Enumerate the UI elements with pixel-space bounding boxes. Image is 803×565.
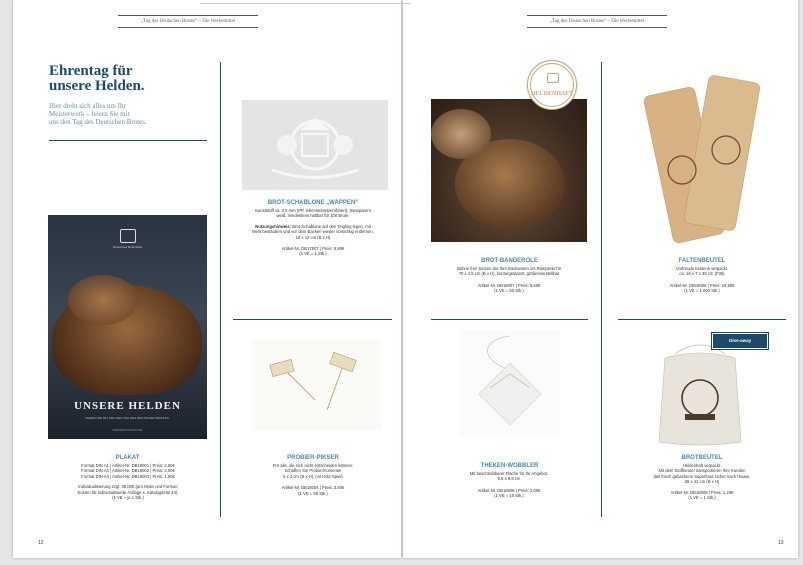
poster-tagline: FEIERN SIE MIT UNS DEN TAG DES DEUTSCHEN…	[85, 416, 170, 420]
banderole-image	[431, 99, 587, 242]
badge-ring	[530, 63, 574, 107]
faltenbeutel-title: FALTENBEUTEL	[678, 258, 726, 264]
coat-of-arms-icon	[271, 118, 359, 179]
row-divider-3	[618, 319, 786, 320]
row-divider-2	[431, 319, 588, 320]
headline-line-2: unsere Helden.	[49, 78, 145, 94]
sub-line-2: Meisterwerk – feiern Sie mit	[49, 110, 130, 118]
faltenbeutel-image	[640, 70, 764, 250]
wobbler-icon	[478, 335, 542, 426]
brotbeutel-title: BROTBEUTEL	[681, 455, 723, 461]
poster-title: UNSERE HELDEN	[74, 400, 181, 412]
schablone-line: Brot-Schablone auf den Teigling legen, m…	[292, 223, 371, 229]
poster-fineprint: WWW.BROTINSTITUT.DE	[112, 429, 143, 432]
bread-roll-image	[68, 275, 138, 325]
faltenbeutel-description: Vorfreude bestens verpackt. ca. 16 x 7 x…	[612, 266, 792, 294]
banderole-title: BROT-BANDEROLE	[481, 258, 538, 264]
page-number-right: 13	[778, 540, 784, 546]
headline-line-1: Ehrentag für	[49, 63, 133, 79]
intro-subtext: Hier dreht sich alles um Ihr Meisterwerk…	[49, 102, 209, 126]
crest-icon	[120, 229, 136, 243]
plakat-title: PLAKAT	[115, 455, 140, 461]
crest-icon	[547, 73, 559, 83]
poster-image: Deutsches Brotinstitut UNSERE HELDEN FEI…	[48, 215, 207, 439]
piekser-description: Für alle, die sich nicht entscheiden kön…	[226, 463, 400, 496]
row-divider-1	[233, 319, 392, 320]
paper-bags-icon	[643, 75, 760, 243]
running-header-left: „Tag des Deutschen Brotes“ – Die Werbemi…	[118, 15, 258, 28]
sub-line-1: Hier dreht sich alles um Ihr	[49, 102, 126, 110]
top-edge-bar	[200, 0, 410, 4]
plakat-line: (1 VE = je 1 Stk.)	[112, 495, 144, 501]
schablone-description: Kunststoff ca. 0,5 mm (PP, lebensmittelz…	[226, 208, 400, 257]
wobbler-image	[460, 330, 560, 435]
intro-headline: Ehrentag für unsere Helden.	[49, 64, 214, 94]
brotbeutel-line: (1 VE = 1 Stk.)	[688, 495, 716, 501]
wobbler-line: (1 VE = 10 Stk.)	[494, 493, 524, 499]
wobbler-title: THEKEN-WOBBLER	[480, 463, 539, 469]
stencil-image	[242, 100, 388, 190]
giveaway-badge: Give-away	[711, 332, 769, 350]
bread-image	[431, 109, 491, 159]
schablone-title: BROT-SCHABLONE „WAPPEN“	[267, 200, 359, 206]
piekser-line: (1 VE = 50 Stk.)	[298, 490, 328, 496]
faltenbeutel-line: (1 VE = 1.000 Stk.)	[684, 288, 720, 294]
column-divider-right	[601, 62, 602, 517]
poster-brand: Deutsches Brotinstitut	[112, 245, 143, 249]
badge-label: HELDENHAFT	[530, 91, 573, 97]
piekser-image	[253, 340, 381, 430]
sub-line-3: uns den Tag des Deutschen Brotes.	[49, 118, 147, 126]
catalog-spread: „Tag des Deutschen Brotes“ – Die Werbemi…	[0, 0, 803, 565]
page-number-left: 12	[38, 540, 44, 546]
schablone-line: (1 VE = 1 Stk.)	[299, 251, 327, 257]
piekser-title: PROBIER-PIKSER	[287, 455, 339, 461]
heldenhaft-badge: HELDENHAFT	[527, 60, 577, 110]
running-header-right: „Tag des Deutschen Brotes“ – Die Werbemi…	[527, 15, 667, 28]
banderole-line: (1 VE = 50 Stk.)	[494, 288, 524, 294]
wobbler-description: Mit beschreibbarer Fläche für Ihr Angebo…	[424, 471, 594, 499]
plakat-description: Format DIN A1 | Artikel-Nr. DB18001 | Pr…	[38, 463, 218, 500]
column-divider-left	[220, 62, 221, 517]
hint-label: Nutzungshinweis:	[255, 223, 292, 229]
brotbeutel-description: Heldenhaft verpackt. Mit dem Stoffbeutel…	[612, 463, 792, 500]
intro-divider	[49, 140, 207, 141]
flag-picks-icon	[269, 351, 357, 411]
banderole-description: Bühne frei! Setzen Sie Ihre Backwaren in…	[424, 266, 594, 294]
